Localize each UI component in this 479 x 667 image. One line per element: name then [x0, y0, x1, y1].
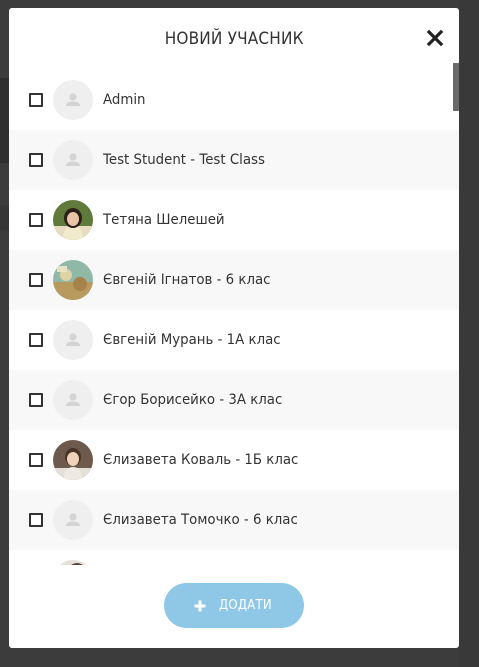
avatar — [53, 80, 93, 120]
new-member-modal: НОВИЙ УЧАСНИК Admin Test Student - Test … — [9, 8, 459, 648]
user-photo-icon — [53, 560, 93, 565]
default-user-icon — [66, 513, 80, 526]
add-button[interactable]: ДОДАТИ — [164, 583, 304, 628]
member-checkbox[interactable] — [29, 93, 43, 107]
scrollbar-thumb[interactable] — [453, 63, 459, 111]
member-name: Test Student - Test Class — [103, 152, 265, 168]
backdrop-right-edge — [459, 0, 479, 667]
member-list: Admin Test Student - Test Class Тетяна Ш… — [9, 70, 459, 565]
scrollbar-track[interactable] — [453, 63, 459, 563]
avatar-photo — [53, 260, 93, 300]
avatar — [53, 500, 93, 540]
list-item-partial[interactable] — [9, 550, 459, 565]
member-checkbox[interactable] — [29, 273, 43, 287]
default-user-icon — [66, 153, 80, 166]
member-name: Єлизавета Коваль - 1Б клас — [103, 452, 299, 468]
avatar-photo — [53, 560, 93, 565]
member-name: Євгеній Мурань - 1А клас — [103, 332, 281, 348]
member-name: Тетяна Шелешей — [103, 212, 225, 228]
member-checkbox[interactable] — [29, 513, 43, 527]
modal-header: НОВИЙ УЧАСНИК — [9, 8, 459, 70]
list-item[interactable]: Єгор Борисейко - 3А клас — [9, 370, 459, 430]
member-checkbox[interactable] — [29, 213, 43, 227]
avatar-photo — [53, 440, 93, 480]
list-item[interactable]: Євгеній Ігнатов - 6 клас — [9, 250, 459, 310]
list-item[interactable]: Єлизавета Томочко - 6 клас — [9, 490, 459, 550]
avatar — [53, 380, 93, 420]
modal-title: НОВИЙ УЧАСНИК — [164, 29, 304, 49]
list-item[interactable]: Test Student - Test Class — [9, 130, 459, 190]
user-photo-icon — [53, 440, 93, 480]
list-item[interactable]: Єлизавета Коваль - 1Б клас — [9, 430, 459, 490]
member-checkbox[interactable] — [29, 153, 43, 167]
member-checkbox[interactable] — [29, 453, 43, 467]
avatar — [53, 140, 93, 180]
avatar-photo — [53, 200, 93, 240]
list-item[interactable]: Тетяна Шелешей — [9, 190, 459, 250]
close-button[interactable] — [424, 27, 446, 49]
default-user-icon — [66, 93, 80, 106]
user-photo-icon — [53, 200, 93, 240]
default-user-icon — [66, 333, 80, 346]
list-item[interactable]: Євгеній Мурань - 1А клас — [9, 310, 459, 370]
member-name: Євгеній Ігнатов - 6 клас — [103, 272, 271, 288]
avatar — [53, 320, 93, 360]
member-name: Єгор Борисейко - 3А клас — [103, 392, 283, 408]
member-name: Admin — [103, 92, 146, 108]
default-user-icon — [66, 393, 80, 406]
member-checkbox[interactable] — [29, 333, 43, 347]
member-checkbox[interactable] — [29, 393, 43, 407]
plus-icon — [194, 600, 206, 611]
add-button-label: ДОДАТИ — [218, 598, 272, 613]
user-photo-icon — [53, 260, 93, 300]
close-icon — [426, 29, 444, 47]
member-name: Єлизавета Томочко - 6 клас — [103, 512, 298, 528]
list-item[interactable]: Admin — [9, 70, 459, 130]
